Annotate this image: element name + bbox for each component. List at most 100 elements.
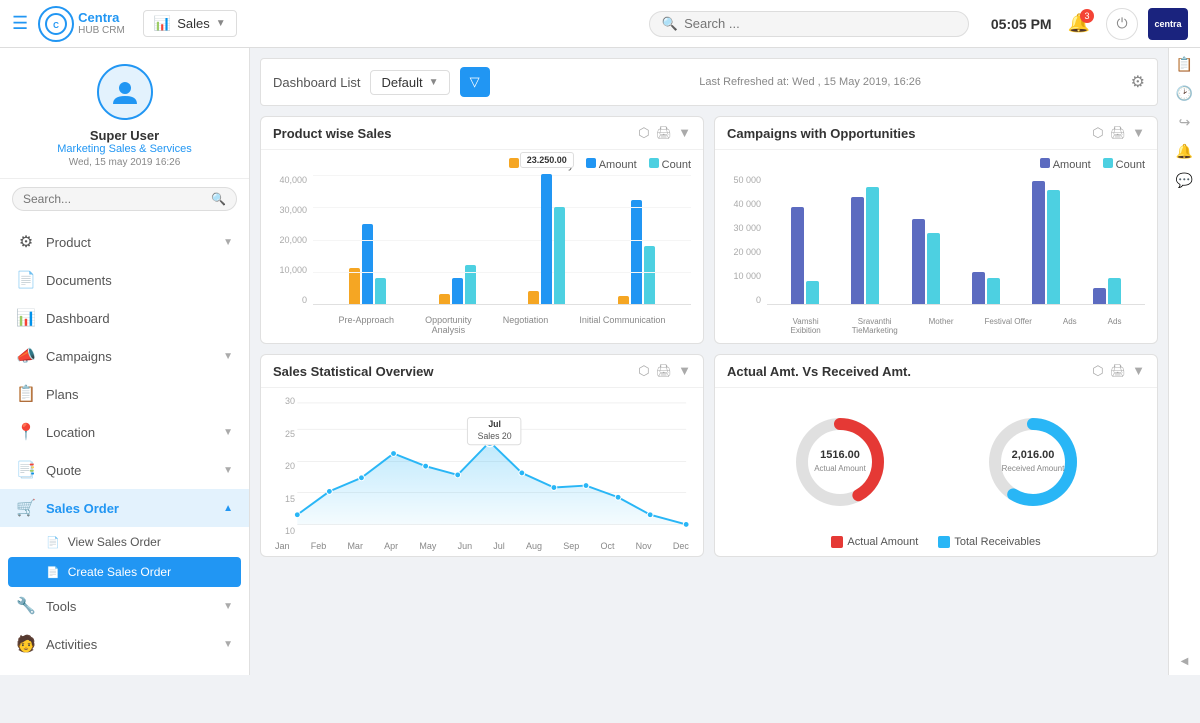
- expand-icon[interactable]: ⬡: [638, 363, 649, 379]
- sidebar-nav: ⚙ Product ▼ 📄 Documents 📊 Dashboard 📣 Ca…: [0, 219, 249, 667]
- sidebar-item-dashboard[interactable]: 📊 Dashboard: [0, 299, 249, 337]
- sidebar-subitem-label: Create Sales Order: [68, 565, 171, 579]
- module-arrow-icon: ▼: [216, 18, 226, 29]
- avatar-text: centra: [1154, 19, 1181, 29]
- menu-icon[interactable]: ▼: [1132, 125, 1145, 141]
- bar: [554, 207, 565, 304]
- bar-group: [1093, 174, 1121, 304]
- bars-container: [767, 175, 1145, 304]
- bar: [541, 174, 552, 304]
- print-icon[interactable]: 🖨: [1110, 125, 1127, 141]
- bell-badge: 3: [1080, 9, 1094, 23]
- refresh-text: Last Refreshed at: Wed , 15 May 2019, 16…: [500, 76, 1121, 88]
- module-selector[interactable]: 📊 Sales ▼: [143, 10, 237, 37]
- menu-icon[interactable]: ▼: [678, 125, 691, 141]
- rail-doc-icon[interactable]: 📋: [1176, 56, 1193, 73]
- sidebar-search-icon: 🔍: [211, 192, 226, 206]
- avatar: [97, 64, 153, 120]
- search-input[interactable]: [684, 16, 956, 31]
- menu-icon[interactable]: ▼: [678, 363, 691, 379]
- svg-text:1516.00: 1516.00: [820, 449, 860, 461]
- filter-icon: ▽: [470, 74, 480, 90]
- bar: [1032, 181, 1045, 304]
- y-axis: 010 00020 00030 00040 00050 000: [727, 175, 765, 305]
- sidebar-item-quote[interactable]: 📑 Quote ▼: [0, 451, 249, 489]
- sidebar-item-product[interactable]: ⚙ Product ▼: [0, 223, 249, 261]
- y-axis: 010,00020,00030,00040,000: [273, 175, 311, 305]
- sidebar-item-plans[interactable]: 📋 Plans: [0, 375, 249, 413]
- sidebar-item-label: Location: [46, 425, 213, 440]
- chevron-down-icon: ▼: [223, 237, 233, 248]
- print-icon[interactable]: 🖨: [1110, 363, 1127, 379]
- svg-text:Actual Amount: Actual Amount: [814, 464, 866, 473]
- sidebar-item-label: Product: [46, 235, 213, 250]
- sidebar-subitem-create-sales-order[interactable]: 📄 Create Sales Order: [8, 557, 241, 587]
- create-icon: 📄: [46, 566, 60, 579]
- sidebar-search-input[interactable]: [23, 192, 205, 206]
- tools-icon: 🔧: [16, 596, 36, 616]
- bar-group: [912, 174, 940, 304]
- chart-grid: [767, 175, 1145, 305]
- panel-body: Probability Amount Count 010,00020,00030…: [261, 150, 703, 343]
- x-axis: Pre-Approach OpportunityAnalysis Negotia…: [313, 315, 691, 335]
- right-rail: 📋 🕑 ↪ 🔔 💬 ◀: [1168, 48, 1200, 675]
- received-donut: 2,016.00 Received Amount: [983, 412, 1083, 512]
- panel-actions: ⬡ 🖨 ▼: [1092, 125, 1145, 141]
- sidebar-item-label: Dashboard: [46, 311, 233, 326]
- panel-header: Product wise Sales ⬡ 🖨 ▼: [261, 117, 703, 150]
- dashboard-icon: 📊: [16, 308, 36, 328]
- menu-icon[interactable]: ▼: [1132, 363, 1145, 379]
- print-icon[interactable]: 🖨: [656, 363, 673, 379]
- sidebar-item-activities[interactable]: 🧑 Activities ▼: [0, 625, 249, 663]
- bar: [1047, 190, 1060, 304]
- bar: [439, 294, 450, 304]
- panel-actions: ⬡ 🖨 ▼: [638, 125, 691, 141]
- bar: [362, 224, 373, 304]
- rail-alarm-icon[interactable]: 🔔: [1176, 143, 1193, 160]
- sidebar-item-label: Plans: [46, 387, 233, 402]
- campaigns-opportunities-panel: Campaigns with Opportunities ⬡ 🖨 ▼ Amoun…: [714, 116, 1158, 344]
- sidebar-item-campaigns[interactable]: 📣 Campaigns ▼: [0, 337, 249, 375]
- donut-legend: Actual Amount Total Receivables: [727, 536, 1145, 548]
- print-icon[interactable]: 🖨: [656, 125, 673, 141]
- campaigns-icon: 📣: [16, 346, 36, 366]
- bar-chart-area: 010 00020 00030 00040 00050 000: [727, 175, 1145, 335]
- sidebar-subitem-view-sales-order[interactable]: 📄 View Sales Order: [0, 527, 249, 557]
- dashboard-list-label: Dashboard List: [273, 75, 360, 90]
- sidebar-item-location[interactable]: 📍 Location ▼: [0, 413, 249, 451]
- product-wise-sales-panel: Product wise Sales ⬡ 🖨 ▼ Probability Amo…: [260, 116, 704, 344]
- bar: [972, 272, 985, 304]
- sidebar-item-documents[interactable]: 📄 Documents: [0, 261, 249, 299]
- activities-icon: 🧑: [16, 634, 36, 654]
- filter-button[interactable]: ▽: [460, 67, 490, 97]
- sidebar: Super User Marketing Sales & Services We…: [0, 48, 250, 675]
- rail-history-icon[interactable]: 🕑: [1176, 85, 1193, 102]
- search-bar[interactable]: 🔍: [649, 11, 969, 37]
- bar-group: 23.250.00: [528, 174, 565, 304]
- sidebar-search[interactable]: 🔍: [12, 187, 237, 211]
- bell-button[interactable]: 🔔 3: [1068, 13, 1090, 34]
- sidebar-item-sales-order[interactable]: 🛒 Sales Order ▲ ◀: [0, 489, 249, 527]
- logo-circle: C: [38, 6, 74, 42]
- logo: C Centra HUB CRM: [38, 6, 125, 42]
- panel-body: 1015202530: [261, 388, 703, 555]
- dashboard-select-arrow: ▼: [429, 77, 439, 88]
- sidebar-item-label: Tools: [46, 599, 213, 614]
- rail-chat-icon[interactable]: 💬: [1176, 172, 1193, 189]
- expand-icon[interactable]: ⬡: [638, 125, 649, 141]
- settings-icon[interactable]: ⚙: [1131, 72, 1145, 92]
- svg-text:Received Amount: Received Amount: [1001, 464, 1064, 473]
- dashboard-select[interactable]: Default ▼: [370, 70, 449, 95]
- bar: [631, 200, 642, 304]
- power-button[interactable]: ⏻: [1106, 8, 1138, 40]
- sales-statistical-panel: Sales Statistical Overview ⬡ 🖨 ▼ 1015202…: [260, 354, 704, 557]
- rail-collapse-icon[interactable]: ◀: [1181, 656, 1189, 667]
- logo-text: Centra HUB CRM: [78, 10, 125, 38]
- expand-icon[interactable]: ⬡: [1092, 363, 1103, 379]
- sidebar-item-tools[interactable]: 🔧 Tools ▼: [0, 587, 249, 625]
- sidebar-subitem-label: View Sales Order: [68, 535, 161, 549]
- rail-share-icon[interactable]: ↪: [1179, 114, 1191, 131]
- user-avatar[interactable]: centra: [1148, 8, 1188, 40]
- expand-icon[interactable]: ⬡: [1092, 125, 1103, 141]
- hamburger-icon[interactable]: ☰: [12, 13, 28, 34]
